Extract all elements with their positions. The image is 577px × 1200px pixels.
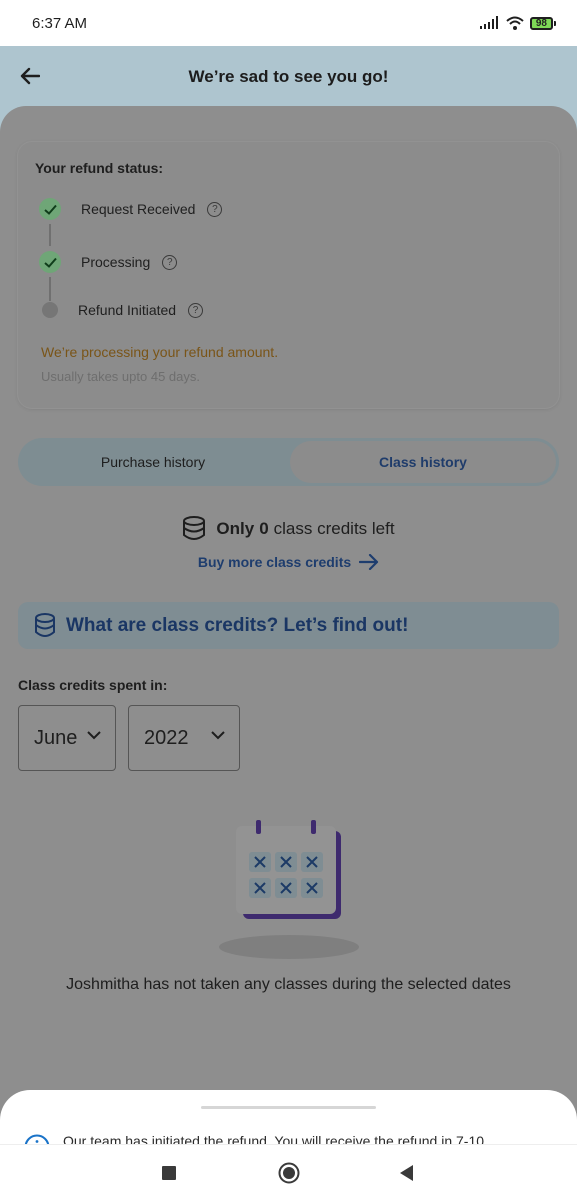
year-select[interactable]: 2022 xyxy=(128,705,240,771)
wifi-icon xyxy=(506,16,524,30)
class-credits-info-banner[interactable]: What are class credits? Let’s find out! xyxy=(18,602,559,649)
home-button[interactable] xyxy=(275,1159,303,1187)
credits-count: 0 xyxy=(259,519,269,538)
help-icon[interactable]: ? xyxy=(207,201,223,217)
buy-more-label: Buy more class credits xyxy=(197,554,352,570)
refund-status-title: Your refund status: xyxy=(35,160,164,176)
refund-step-processing: Processing ? xyxy=(18,251,178,273)
refund-step-refund-initiated: Refund Initiated ? xyxy=(18,302,204,318)
tab-class-history[interactable]: Class history xyxy=(290,441,556,483)
step-connector xyxy=(49,277,51,301)
status-icons: 98 xyxy=(479,16,557,30)
system-nav-bar xyxy=(0,1144,577,1200)
coins-icon xyxy=(35,612,55,637)
chevron-down-icon xyxy=(211,731,225,740)
buy-more-credits-link[interactable]: Buy more class credits xyxy=(0,554,577,570)
chevron-down-icon xyxy=(87,731,101,740)
filter-label: Class credits spent in: xyxy=(18,677,168,693)
coins-icon xyxy=(183,516,206,540)
square-icon xyxy=(162,1166,176,1180)
back-nav-button[interactable] xyxy=(393,1159,421,1187)
credits-suffix: class credits left xyxy=(273,519,395,538)
sheet-drag-handle[interactable] xyxy=(201,1106,376,1109)
page-title: We’re sad to see you go! xyxy=(188,67,389,86)
month-value: June xyxy=(34,726,78,749)
recents-button[interactable] xyxy=(155,1159,183,1187)
status-time: 6:37 AM xyxy=(32,14,88,32)
empty-calendar-illustration xyxy=(219,820,359,959)
pending-dot-icon xyxy=(42,302,58,318)
step-label: Request Received xyxy=(81,201,196,217)
tab-purchase-history[interactable]: Purchase history xyxy=(21,441,285,483)
duration-note: Usually takes upto 45 days. xyxy=(41,369,200,384)
refund-step-request-received: Request Received ? xyxy=(18,198,223,220)
refund-status-card: Your refund status: Request Received ? P… xyxy=(18,142,559,408)
signal-icon xyxy=(479,16,498,29)
check-icon xyxy=(39,198,61,220)
help-icon[interactable]: ? xyxy=(188,302,204,318)
arrow-right-icon xyxy=(359,554,379,570)
info-banner-text: What are class credits? Let’s find out! xyxy=(66,614,409,636)
help-icon[interactable]: ? xyxy=(162,254,178,270)
history-tabs: Purchase history Class history xyxy=(18,438,559,486)
battery-level: 98 xyxy=(535,17,547,29)
empty-state-message: Joshmitha has not taken any classes duri… xyxy=(66,976,511,993)
credits-prefix: Only xyxy=(216,519,255,538)
check-icon xyxy=(39,251,61,273)
battery-icon: 98 xyxy=(529,16,557,30)
triangle-back-icon xyxy=(400,1165,413,1181)
step-label: Processing xyxy=(81,254,151,270)
status-bar: 6:37 AM 98 xyxy=(0,0,577,46)
credits-summary: Only 0 class credits left xyxy=(0,516,577,542)
screen: We’re sad to see you go! Your refund sta… xyxy=(0,46,577,1200)
home-circle-icon xyxy=(278,1162,300,1184)
step-connector xyxy=(49,224,51,246)
year-value: 2022 xyxy=(144,726,189,749)
processing-message: We’re processing your refund amount. xyxy=(41,344,279,360)
step-label: Refund Initiated xyxy=(78,302,177,318)
month-select[interactable]: June xyxy=(18,705,116,771)
